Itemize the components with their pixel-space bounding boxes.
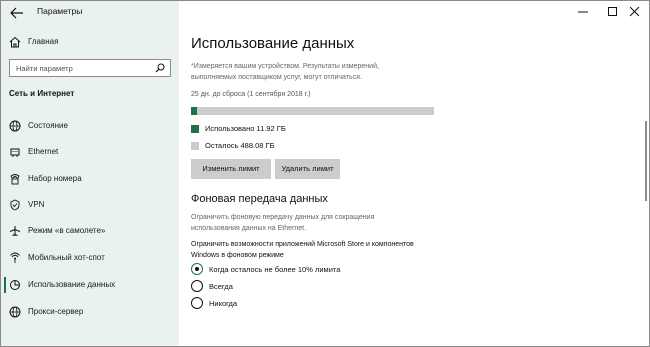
measurement-note: *Измеряется вашим устройством. Результат… [191,63,379,81]
sidebar-item-data-usage[interactable]: Использование данных [1,274,179,296]
dialup-icon [10,174,20,185]
sidebar-item-label: Ethernet [28,147,59,156]
main-content: Использование данных *Измеряется вашим у… [179,1,649,346]
sidebar-item-proxy[interactable]: Прокси-сервер [1,301,179,323]
radio-dot [194,266,199,271]
hotspot-icon [10,252,20,263]
radio-circle [191,297,203,309]
active-indicator [4,277,6,293]
minimize-icon [578,11,588,13]
sidebar-item-label: Прокси-сервер [28,307,84,316]
sidebar-item-label: Использование данных [28,280,116,289]
background-data-title: Фоновая передача данных [191,193,328,205]
close-icon [630,7,640,17]
remaining-swatch [191,142,199,150]
page-title: Использование данных [191,35,355,52]
minimize-button[interactable] [567,2,599,22]
radio-label: Когда осталось не более 10% лимита [209,265,341,274]
radio-option-10-percent[interactable]: Когда осталось не более 10% лимита [191,263,441,277]
used-label: Использовано 11.92 ГБ [205,124,286,133]
airplane-icon [9,226,21,236]
sidebar-item-label: Набор номера [28,174,82,183]
close-button[interactable] [619,2,649,22]
used-swatch [191,125,199,133]
ethernet-icon [10,148,20,157]
sidebar-item-airplane[interactable]: Режим «в самолете» [1,220,179,242]
window-title: Параметры [37,6,83,16]
scrollbar[interactable] [645,121,647,201]
search-placeholder: Найти параметр [16,64,73,73]
search-input[interactable]: Найти параметр [9,59,171,77]
remaining-label: Осталось 488.08 ГБ [205,141,275,150]
search-icon [155,63,165,73]
back-button[interactable] [7,3,27,21]
radio-label: Всегда [209,282,233,291]
sidebar-item-hotspot[interactable]: Мобильный хот-спот [1,247,179,269]
globe-icon [9,120,21,132]
sidebar-item-label: Главная [28,37,59,46]
sidebar-item-home[interactable]: Главная [1,31,179,53]
radio-label: Никогда [209,299,238,308]
usage-bar-fill [191,107,197,115]
background-data-desc: Ограничить фоновую передачу данных для с… [191,214,375,232]
home-icon [9,36,21,48]
maximize-icon [608,7,617,16]
sidebar-item-label: Режим «в самолете» [28,226,106,235]
reset-info: 25 дн. до сброса (1 сентября 2018 г.) [191,91,311,98]
sidebar: Параметры Главная Найти параметр Сеть и … [1,1,179,346]
sidebar-item-label: Состояние [28,121,68,130]
radio-option-never[interactable]: Никогда [191,297,441,311]
back-arrow-icon [10,7,23,19]
settings-window: Параметры Главная Найти параметр Сеть и … [0,0,650,347]
sidebar-item-status[interactable]: Состояние [1,115,179,137]
sidebar-item-label: VPN [28,200,45,209]
sidebar-item-dialup[interactable]: Набор номера [1,168,179,190]
radio-circle [191,280,203,292]
store-limit-label: Ограничить возможности приложений Micros… [191,241,414,259]
usage-bar [191,107,434,115]
sidebar-item-label: Мобильный хот-спот [28,253,105,262]
data-usage-icon [10,280,20,290]
sidebar-item-vpn[interactable]: VPN [1,194,179,216]
radio-option-always[interactable]: Всегда [191,280,441,294]
globe-icon [9,306,21,318]
edit-limit-button[interactable]: Изменить лимит [191,159,271,179]
vpn-icon [10,199,20,211]
section-title: Сеть и Интернет [9,89,75,98]
remove-limit-button[interactable]: Удалить лимит [275,159,340,179]
radio-circle [191,263,203,275]
sidebar-item-ethernet[interactable]: Ethernet [1,141,179,163]
